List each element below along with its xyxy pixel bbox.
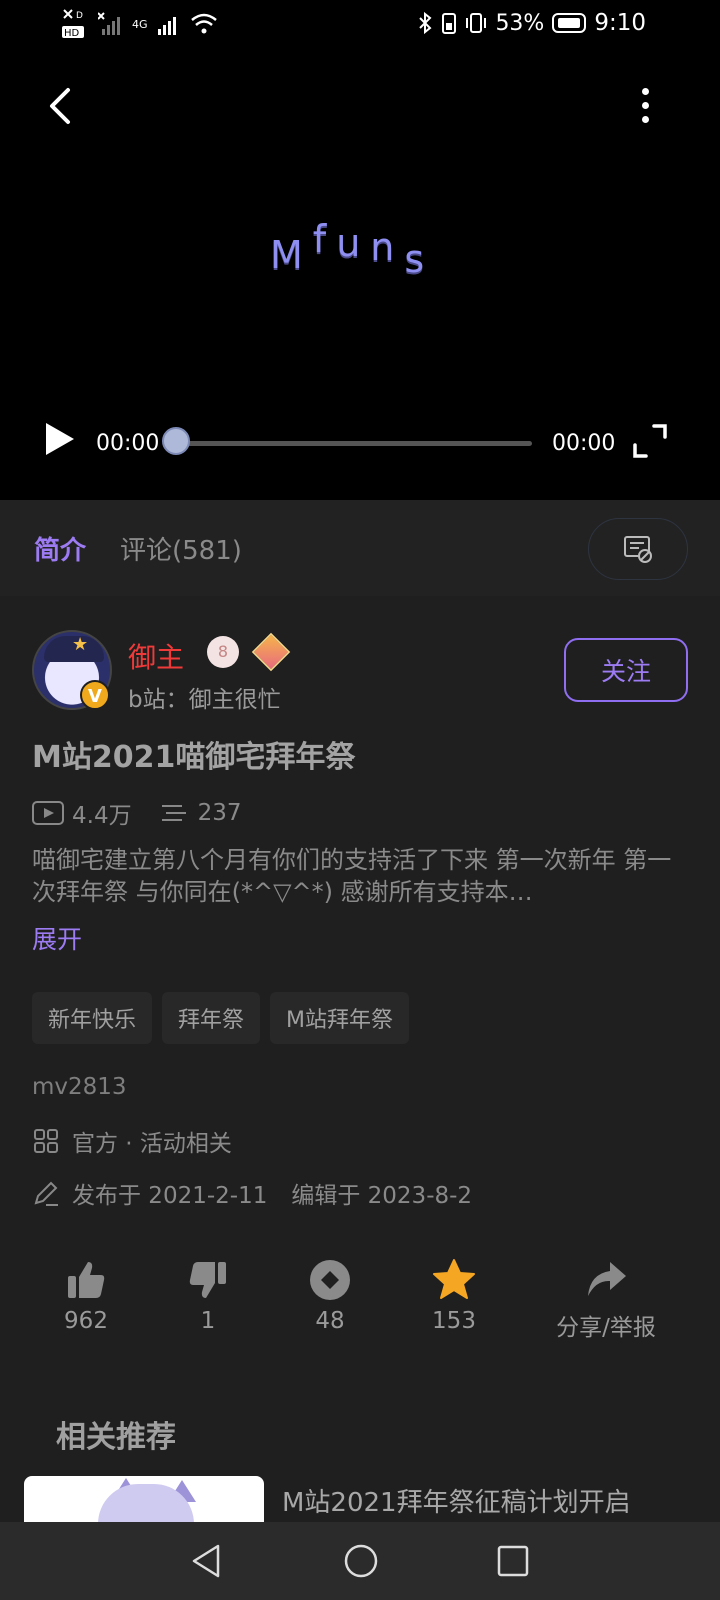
share-button[interactable]: 分享/举报: [546, 1258, 666, 1342]
nav-back-icon[interactable]: [186, 1540, 228, 1582]
views-icon: [32, 801, 64, 825]
system-nav-bar: [0, 1522, 720, 1600]
dislike-count: 1: [200, 1308, 216, 1334]
more-options-button[interactable]: [630, 84, 660, 128]
related-heading: 相关推荐: [56, 1420, 176, 1455]
mfuns-logo: Mfuns: [270, 217, 425, 281]
signal-mute-icon: D HD: [62, 9, 84, 39]
progress-bar[interactable]: [176, 441, 532, 446]
battery-percent: 53%: [495, 10, 545, 36]
nav-home-icon[interactable]: [340, 1540, 382, 1582]
tab-bar: 简介 评论(581): [0, 500, 720, 596]
play-icon[interactable]: [42, 421, 76, 457]
signal-strength-icon: [157, 17, 176, 35]
status-left: D HD 4G: [62, 6, 218, 42]
follow-button[interactable]: 关注: [564, 638, 688, 702]
level-badge-icon: 8: [207, 636, 239, 668]
battery-icon: [552, 13, 587, 33]
coin-icon: [310, 1260, 350, 1300]
video-id: mv2813: [32, 1074, 127, 1100]
danmaku-off-icon: [624, 536, 652, 563]
coin-count: 48: [315, 1308, 345, 1334]
category-label[interactable]: 官方 · 活动相关: [72, 1124, 232, 1158]
star-icon: ★: [72, 634, 89, 655]
total-time: 00:00: [552, 431, 616, 456]
like-button[interactable]: 962: [26, 1258, 146, 1334]
hd-label: HD: [64, 28, 80, 39]
status-bar: D HD 4G 53% 9:10: [0, 0, 720, 48]
dislike-button[interactable]: 1: [148, 1258, 268, 1334]
like-count: 962: [64, 1308, 108, 1334]
thumbs-down-icon: [189, 1262, 226, 1298]
svg-text:D: D: [76, 11, 83, 21]
signal-bars-icon: [98, 12, 120, 35]
progress-thumb[interactable]: [162, 427, 190, 455]
coin-button[interactable]: 48: [270, 1258, 390, 1334]
tag-chip[interactable]: 新年快乐: [32, 992, 153, 1044]
nav-recent-icon[interactable]: [492, 1540, 534, 1582]
expand-link[interactable]: 展开: [32, 920, 82, 956]
danmaku-count: 237: [197, 800, 242, 826]
star-favorite-icon: [433, 1259, 475, 1299]
status-right: 53% 9:10: [417, 10, 646, 36]
more-dot-icon: [642, 88, 649, 95]
tag-list: 新年快乐 拜年祭 M站拜年祭: [32, 992, 410, 1044]
medal-badge-icon: [251, 632, 291, 672]
fullscreen-icon[interactable]: [632, 423, 668, 459]
edited-date: 编辑于 2023-8-2: [291, 1183, 473, 1209]
back-arrow-icon[interactable]: [40, 86, 80, 126]
tab-comments[interactable]: 评论(581): [120, 530, 242, 567]
more-dot-icon: [642, 116, 649, 123]
danmaku-count-icon: [161, 805, 186, 821]
thumbs-up-icon: [68, 1262, 105, 1298]
category-grid-icon: [34, 1129, 58, 1153]
clock: 9:10: [594, 10, 646, 36]
tab-intro[interactable]: 简介: [34, 530, 86, 567]
favorite-button[interactable]: 153: [394, 1258, 514, 1334]
bluetooth-icon: [419, 11, 432, 35]
video-description: 喵御宅建立第八个月有你们的支持活了下来 第一次新年 第一次拜年祭 与你同在(*^…: [32, 846, 672, 906]
date-row: 发布于 2021-2-11 编辑于 2023-8-2: [32, 1176, 472, 1210]
author-subtitle: b站：御主很忙: [128, 687, 281, 713]
category-row: 官方 · 活动相关: [32, 1124, 232, 1158]
share-arrow-icon: [588, 1262, 626, 1296]
network-type-label: 4G: [132, 17, 148, 31]
vibrate-icon: [466, 13, 487, 33]
player-controls: 00:00 00:00: [0, 415, 720, 471]
more-dot-icon: [642, 102, 649, 109]
video-stats: 4.4万 237: [32, 796, 241, 830]
tag-chip[interactable]: M站拜年祭: [270, 992, 410, 1044]
view-count: 4.4万: [72, 803, 132, 829]
author-name[interactable]: 御主: [128, 636, 184, 676]
phone-battery-icon: [442, 13, 457, 34]
current-time: 00:00: [96, 431, 160, 456]
action-bar: 962 1 48 153 分享/举报: [0, 1258, 720, 1348]
tag-chip[interactable]: 拜年祭: [162, 992, 261, 1044]
share-label: 分享/举报: [556, 1315, 656, 1341]
video-title: M站2021喵御宅拜年祭: [32, 740, 356, 775]
wifi-icon: [190, 13, 217, 34]
favorite-count: 153: [432, 1308, 476, 1334]
edit-pencil-icon: [34, 1181, 58, 1206]
video-player[interactable]: D HD 4G 53% 9:10 M f u n s 00:00 00:00: [0, 0, 720, 500]
published-date: 发布于 2021-2-11: [72, 1183, 268, 1209]
related-item-title[interactable]: M站2021拜年祭征稿计划开启: [282, 1482, 631, 1519]
verified-badge: V: [80, 680, 110, 710]
danmaku-settings-button[interactable]: [588, 518, 688, 580]
